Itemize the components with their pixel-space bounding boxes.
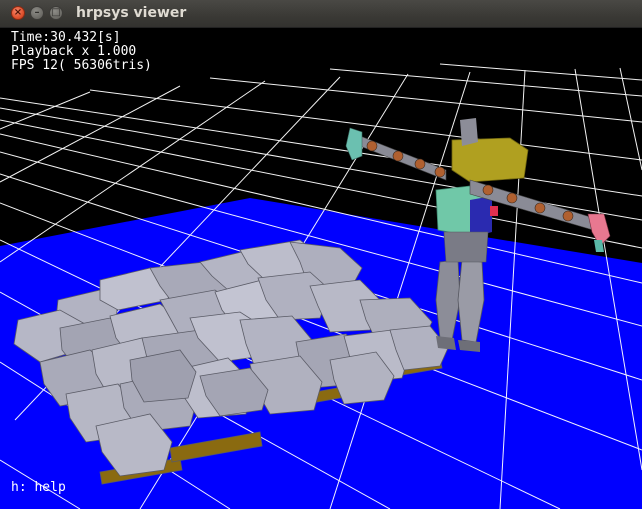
maximize-icon: □ [51, 7, 61, 18]
help-hint: h: help [11, 480, 66, 495]
close-button[interactable]: × [11, 6, 25, 20]
minimize-icon: – [34, 7, 40, 18]
scene-canvas[interactable] [0, 28, 642, 509]
window-title: hrpsys viewer [76, 5, 187, 21]
minimize-button[interactable]: – [30, 6, 44, 20]
playback-readout: Playback x 1.000 [11, 44, 137, 59]
maximize-button[interactable]: □ [49, 6, 63, 20]
3d-viewport[interactable]: Time:30.432[s] Playback x 1.000 FPS 12( … [0, 28, 642, 509]
viewer-window: × – □ hrpsys viewer Time:30.432[s] Playb… [0, 0, 642, 509]
fps-readout: FPS 12( 56306tris) [11, 58, 152, 73]
title-bar[interactable]: × – □ hrpsys viewer [0, 0, 642, 28]
close-icon: × [13, 7, 23, 18]
time-readout: Time:30.432[s] [11, 30, 121, 45]
